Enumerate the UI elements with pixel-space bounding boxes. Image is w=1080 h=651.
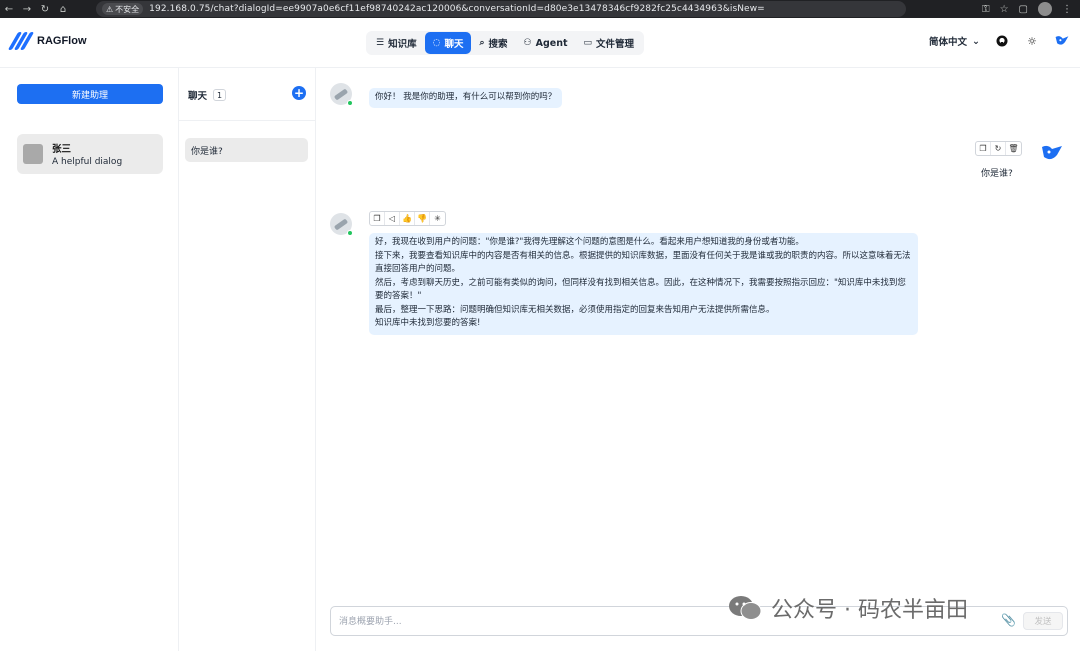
online-status-dot bbox=[347, 230, 353, 236]
answer-line: 最后，整理一下思路：问题明确但知识库无相关数据，必须使用指定的回复来告知用户无法… bbox=[375, 304, 775, 315]
thumbs-down-icon[interactable]: 👎 bbox=[415, 212, 430, 225]
more-icon[interactable]: ⋮ bbox=[1062, 4, 1072, 15]
app-header: RAGFlow ☰ 知识库 ◌ 聊天 ⌕ 搜索 ⚇ Agent ▭ 文件管理 简… bbox=[0, 18, 1080, 68]
regenerate-icon[interactable]: ↻ bbox=[991, 142, 1006, 155]
conversation-item[interactable]: 你是谁? bbox=[185, 138, 308, 162]
answer-line: 然后，考虑到聊天历史，之前可能有类似的询问，但同样没有找到相关信息。因此，在这种… bbox=[375, 277, 906, 302]
user-avatar-icon bbox=[1042, 145, 1062, 160]
language-select[interactable]: 简体中文 ⌄ bbox=[929, 34, 980, 49]
nav-chat[interactable]: ◌ 聊天 bbox=[424, 32, 472, 54]
watermark-text: 公众号 · 码农半亩田 bbox=[771, 598, 968, 623]
forward-icon[interactable]: → bbox=[18, 0, 36, 18]
database-icon: ☰ bbox=[376, 38, 385, 48]
insecure-label: 不安全 bbox=[115, 4, 140, 14]
prompt-bulb-icon[interactable]: ✳ bbox=[430, 212, 445, 225]
language-label: 简体中文 bbox=[929, 37, 968, 48]
nav-label: 搜索 bbox=[488, 39, 508, 50]
conversation-count: 1 bbox=[213, 89, 227, 101]
nav-label: Agent bbox=[535, 37, 568, 49]
copy-icon[interactable]: ❐ bbox=[370, 212, 385, 225]
profile-avatar[interactable] bbox=[1038, 2, 1052, 16]
search-icon: ⌕ bbox=[479, 38, 485, 48]
new-assistant-button[interactable]: 新建助理 bbox=[17, 84, 163, 104]
url-text: 192.168.0.75/chat?dialogId=ee9907a0e6cf1… bbox=[149, 4, 765, 14]
answer-line: 接下来，我要查看知识库中的内容是否有相关的信息。根据提供的知识库数据，里面没有任… bbox=[375, 250, 911, 275]
assistant-avatar bbox=[23, 144, 43, 164]
assistant-description: A helpful dialog bbox=[52, 157, 123, 167]
nav-knowledge-base[interactable]: ☰ 知识库 bbox=[368, 32, 425, 54]
paperclip-icon[interactable]: 📎 bbox=[1001, 613, 1016, 627]
answer-message: 好，我现在收到用户的问题："你是谁?"我得先理解这个问题的意图是什么。看起来用户… bbox=[369, 233, 918, 335]
wechat-icon bbox=[729, 596, 762, 620]
answer-line: 好，我现在收到用户的问题："你是谁?"我得先理解这个问题的意图是什么。看起来用户… bbox=[375, 237, 804, 247]
chat-bubble-icon: ◌ bbox=[432, 38, 441, 48]
user-avatar-icon[interactable] bbox=[1054, 33, 1070, 49]
nav-label: 文件管理 bbox=[596, 39, 635, 50]
github-icon[interactable] bbox=[994, 33, 1010, 49]
theme-sun-icon[interactable]: ☼ bbox=[1024, 33, 1040, 49]
nav-search[interactable]: ⌕ 搜索 bbox=[471, 32, 515, 54]
nav-label: 知识库 bbox=[388, 39, 417, 50]
copy-icon[interactable]: ❐ bbox=[976, 142, 991, 155]
send-button[interactable]: 发送 bbox=[1023, 612, 1063, 630]
assistant-name: 张三 bbox=[52, 144, 72, 155]
warning-icon: ⚠ bbox=[106, 4, 114, 14]
chat-area: 你好！ 我是你的助理，有什么可以帮到你的吗？ ❐ ↻ 🗑 你是谁? ❐ ◁ 👍 … bbox=[316, 68, 1080, 651]
user-message-actions: ❐ ↻ 🗑 bbox=[975, 141, 1022, 156]
extensions-icon[interactable]: ▢ bbox=[1019, 4, 1028, 15]
add-conversation-button[interactable]: + bbox=[292, 86, 306, 100]
browser-toolbar: ← → ↻ ⌂ ⚠ 不安全 192.168.0.75/chat?dialogId… bbox=[0, 0, 1080, 18]
user-message: 你是谁? bbox=[981, 169, 1013, 179]
assistant-panel: 新建助理 张三 A helpful dialog bbox=[0, 68, 179, 651]
nav-file-management[interactable]: ▭ 文件管理 bbox=[576, 32, 643, 54]
insecure-badge[interactable]: ⚠ 不安全 bbox=[102, 3, 144, 15]
star-icon[interactable]: ☆ bbox=[1000, 4, 1009, 15]
online-status-dot bbox=[347, 100, 353, 106]
assistant-card[interactable]: 张三 A helpful dialog bbox=[17, 134, 163, 174]
ragflow-logo-icon bbox=[7, 32, 35, 50]
reload-icon[interactable]: ↻ bbox=[36, 0, 54, 18]
conversation-header: 聊天 1 bbox=[188, 88, 227, 102]
answer-actions: ❐ ◁ 👍 👎 ✳ bbox=[369, 211, 446, 226]
app-name: RAGFlow bbox=[37, 35, 87, 47]
address-bar[interactable]: ⚠ 不安全 192.168.0.75/chat?dialogId=ee9907a… bbox=[96, 1, 906, 17]
key-icon[interactable]: ⚿ bbox=[982, 4, 990, 15]
back-icon[interactable]: ← bbox=[0, 0, 18, 18]
speaker-icon[interactable]: ◁ bbox=[385, 212, 400, 225]
agent-icon: ⚇ bbox=[523, 38, 532, 48]
thumbs-up-icon[interactable]: 👍 bbox=[400, 212, 415, 225]
main-nav: ☰ 知识库 ◌ 聊天 ⌕ 搜索 ⚇ Agent ▭ 文件管理 bbox=[366, 31, 645, 55]
delete-icon[interactable]: 🗑 bbox=[1006, 142, 1021, 155]
conversation-title: 聊天 bbox=[188, 91, 208, 102]
greeting-message: 你好！ 我是你的助理，有什么可以帮到你的吗？ bbox=[369, 88, 563, 108]
answer-line: 知识库中未找到您要的答案! bbox=[375, 318, 481, 328]
divider bbox=[179, 120, 316, 121]
home-icon[interactable]: ⌂ bbox=[54, 0, 72, 18]
conversation-panel: 聊天 1 + 你是谁? bbox=[179, 68, 316, 651]
folder-icon: ▭ bbox=[583, 38, 593, 48]
watermark: 公众号 · 码农半亩田 bbox=[727, 592, 968, 624]
chevron-down-icon: ⌄ bbox=[972, 35, 980, 47]
app-logo[interactable]: RAGFlow bbox=[7, 32, 87, 50]
nav-label: 聊天 bbox=[444, 39, 464, 50]
nav-agent[interactable]: ⚇ Agent bbox=[516, 32, 576, 54]
